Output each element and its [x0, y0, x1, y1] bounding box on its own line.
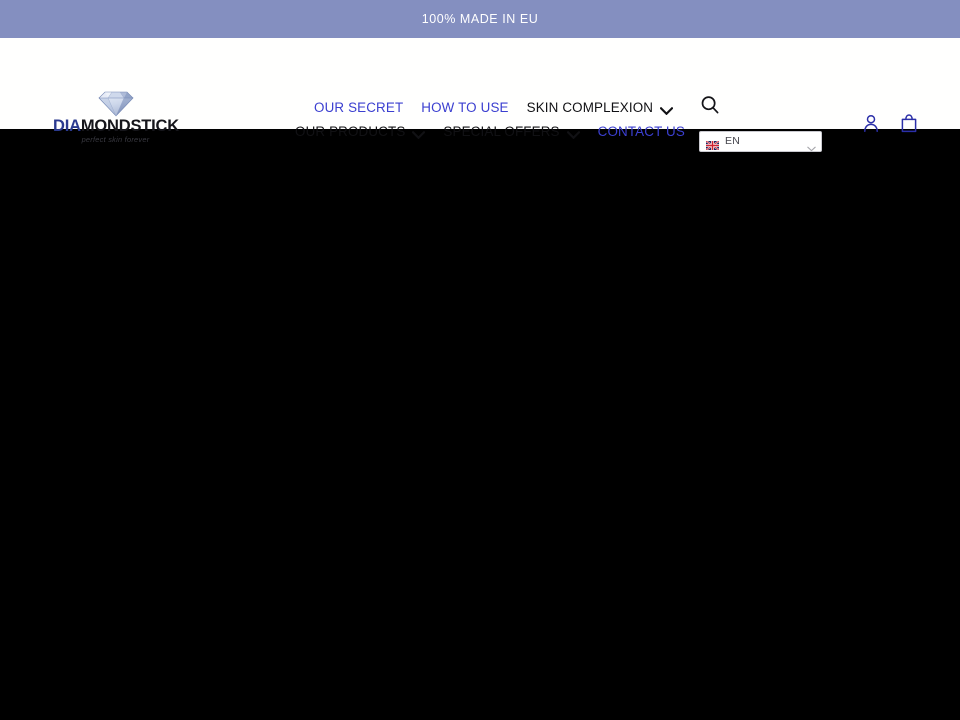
account-icon[interactable] [860, 112, 882, 134]
nav-label: CONTACT US [597, 124, 685, 140]
logo-wordmark-prefix: DIA [53, 117, 81, 135]
nav-item-skin-complexion[interactable]: SKIN COMPLEXION [526, 100, 674, 116]
language-selector[interactable]: EN [699, 131, 822, 152]
diamond-icon [95, 90, 137, 117]
nav-item-special-offers[interactable]: SPECIAL OFFERS [443, 124, 581, 140]
nav-item-our-products[interactable]: OUR PRODUCTS [295, 124, 426, 140]
main-content-area [0, 129, 960, 720]
cart-icon[interactable] [898, 112, 920, 134]
site-logo[interactable]: DIAMONDSTICK perfect skin forever [53, 90, 179, 145]
uk-flag-icon [705, 137, 720, 151]
chevron-down-icon [659, 104, 674, 116]
nav-label: SKIN COMPLEXION [526, 100, 654, 116]
chevron-down-icon [411, 128, 426, 140]
nav-label: HOW TO USE [421, 100, 509, 116]
logo-tagline: perfect skin forever [81, 135, 150, 145]
chevron-down-icon [566, 128, 581, 140]
nav-item-contact-us[interactable]: CONTACT US [597, 124, 685, 140]
nav-item-our-secret[interactable]: OUR SECRET [314, 100, 404, 116]
nav-label: OUR PRODUCTS [295, 124, 406, 140]
chevron-down-icon [807, 139, 816, 151]
main-navigation: OUR SECRET HOW TO USE SKIN COMPLEXION OU… [290, 96, 685, 144]
logo-wordmark: DIAMONDSTICK [53, 117, 179, 135]
announcement-text: 100% MADE IN EU [421, 11, 539, 26]
nav-label: SPECIAL OFFERS [443, 124, 560, 140]
search-icon[interactable] [699, 94, 721, 116]
nav-label: OUR SECRET [314, 100, 404, 116]
header-icon-group [860, 112, 920, 134]
announcement-bar: 100% MADE IN EU [0, 0, 960, 38]
nav-row-secondary: OUR PRODUCTS SPECIAL OFFERS CONTACT US [290, 120, 685, 144]
site-header: DIAMONDSTICK perfect skin forever OUR SE… [0, 38, 960, 152]
nav-item-how-to-use[interactable]: HOW TO USE [421, 100, 509, 116]
nav-row-primary: OUR SECRET HOW TO USE SKIN COMPLEXION [290, 96, 680, 120]
logo-wordmark-suffix: MONDSTICK [80, 117, 179, 135]
language-selector-label: EN [725, 135, 740, 148]
